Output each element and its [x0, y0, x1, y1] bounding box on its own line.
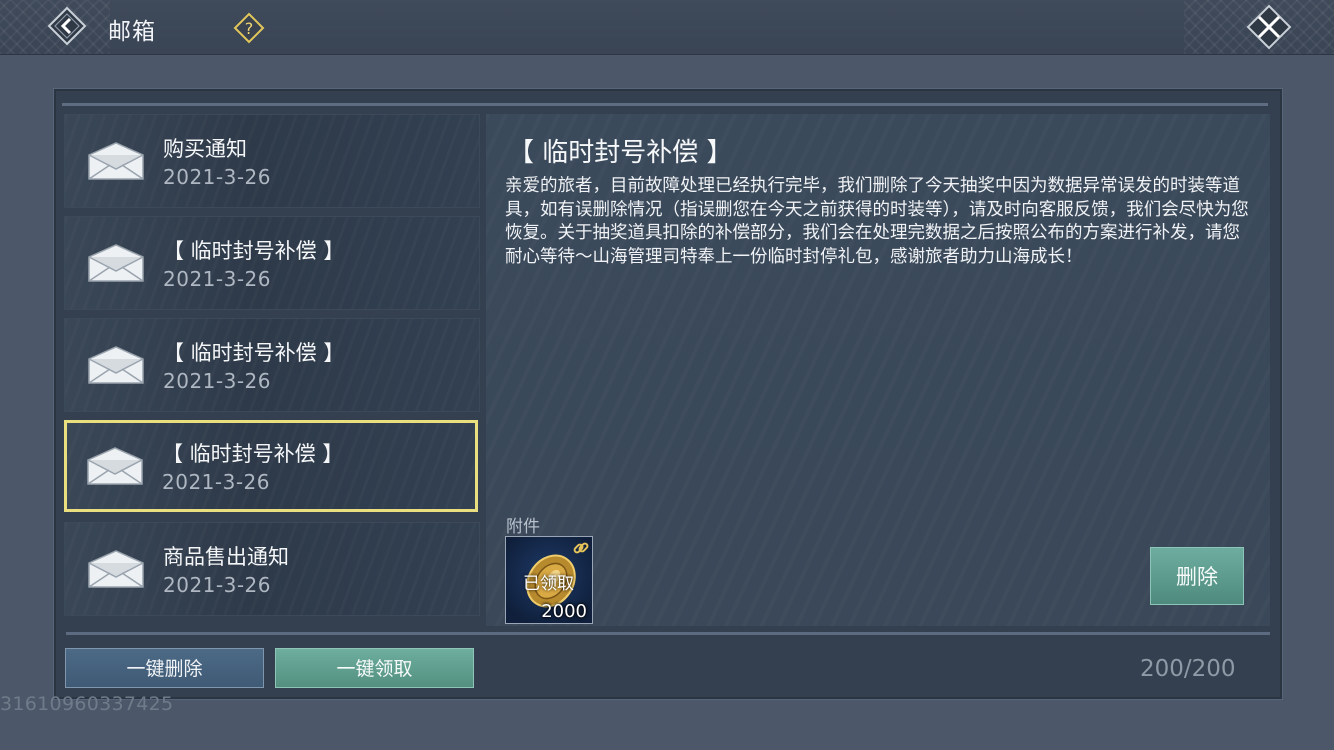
back-arrow-icon — [47, 6, 87, 46]
envelope-icon — [88, 550, 144, 588]
mail-date: 2021-3-26 — [163, 267, 272, 291]
envelope-icon — [88, 244, 144, 282]
mail-date: 2021-3-26 — [163, 165, 272, 189]
attachment-label: 附件 — [506, 517, 540, 537]
attachment-status: 已领取 — [523, 574, 574, 594]
envelope-icon — [87, 447, 143, 485]
close-button[interactable] — [1245, 3, 1293, 51]
attachment-quantity: 2000 — [541, 601, 587, 622]
mail-date: 2021-3-26 — [163, 369, 272, 393]
mail-date: 2021-3-26 — [163, 573, 272, 597]
mail-title: 商品售出通知 — [163, 545, 289, 569]
delete-all-button[interactable]: 一键删除 — [65, 648, 264, 688]
delete-button[interactable]: 删除 — [1150, 547, 1244, 605]
claim-all-button[interactable]: 一键领取 — [275, 648, 474, 688]
mail-title: 购买通知 — [163, 137, 247, 161]
attachment-item[interactable]: 已领取 2000 — [505, 536, 593, 624]
mail-item-selected[interactable]: 【 临时封号补偿 】 2021-3-26 — [64, 420, 478, 512]
svg-text:?: ? — [245, 19, 254, 38]
mail-item[interactable]: 商品售出通知 2021-3-26 — [64, 522, 480, 616]
mail-detail-body: 亲爱的旅者，目前故障处理已经执行完毕，我们删除了今天抽奖中因为数据异常误发的时装… — [505, 176, 1249, 267]
panel-divider-bottom — [66, 632, 1270, 635]
top-bar — [0, 0, 1334, 55]
envelope-icon — [88, 142, 144, 180]
chain-link-icon — [573, 542, 589, 554]
mail-item[interactable]: 【 临时封号补偿 】 2021-3-26 — [64, 318, 480, 412]
close-icon — [1246, 4, 1292, 50]
mail-detail-title: 【 临时封号补偿 】 — [508, 138, 733, 168]
envelope-icon — [88, 346, 144, 384]
mail-title: 【 临时封号补偿 】 — [163, 239, 345, 263]
back-button[interactable] — [47, 6, 87, 46]
mail-list[interactable]: 购买通知 2021-3-26 【 临时封号补偿 】 2021-3-26 【 临时… — [64, 114, 480, 626]
page-title: 邮箱 — [108, 19, 156, 45]
mail-date: 2021-3-26 — [162, 470, 271, 494]
mail-title: 【 临时封号补偿 】 — [163, 341, 345, 365]
mail-item[interactable]: 购买通知 2021-3-26 — [64, 114, 480, 208]
mail-item[interactable]: 【 临时封号补偿 】 2021-3-26 — [64, 216, 480, 310]
user-id: 31610960337425 — [0, 693, 174, 715]
help-button[interactable]: ? — [233, 12, 265, 44]
panel-divider-top — [62, 103, 1268, 106]
mail-title: 【 临时封号补偿 】 — [162, 442, 344, 466]
mail-count: 200/200 — [1140, 656, 1236, 682]
question-icon: ? — [233, 12, 265, 44]
